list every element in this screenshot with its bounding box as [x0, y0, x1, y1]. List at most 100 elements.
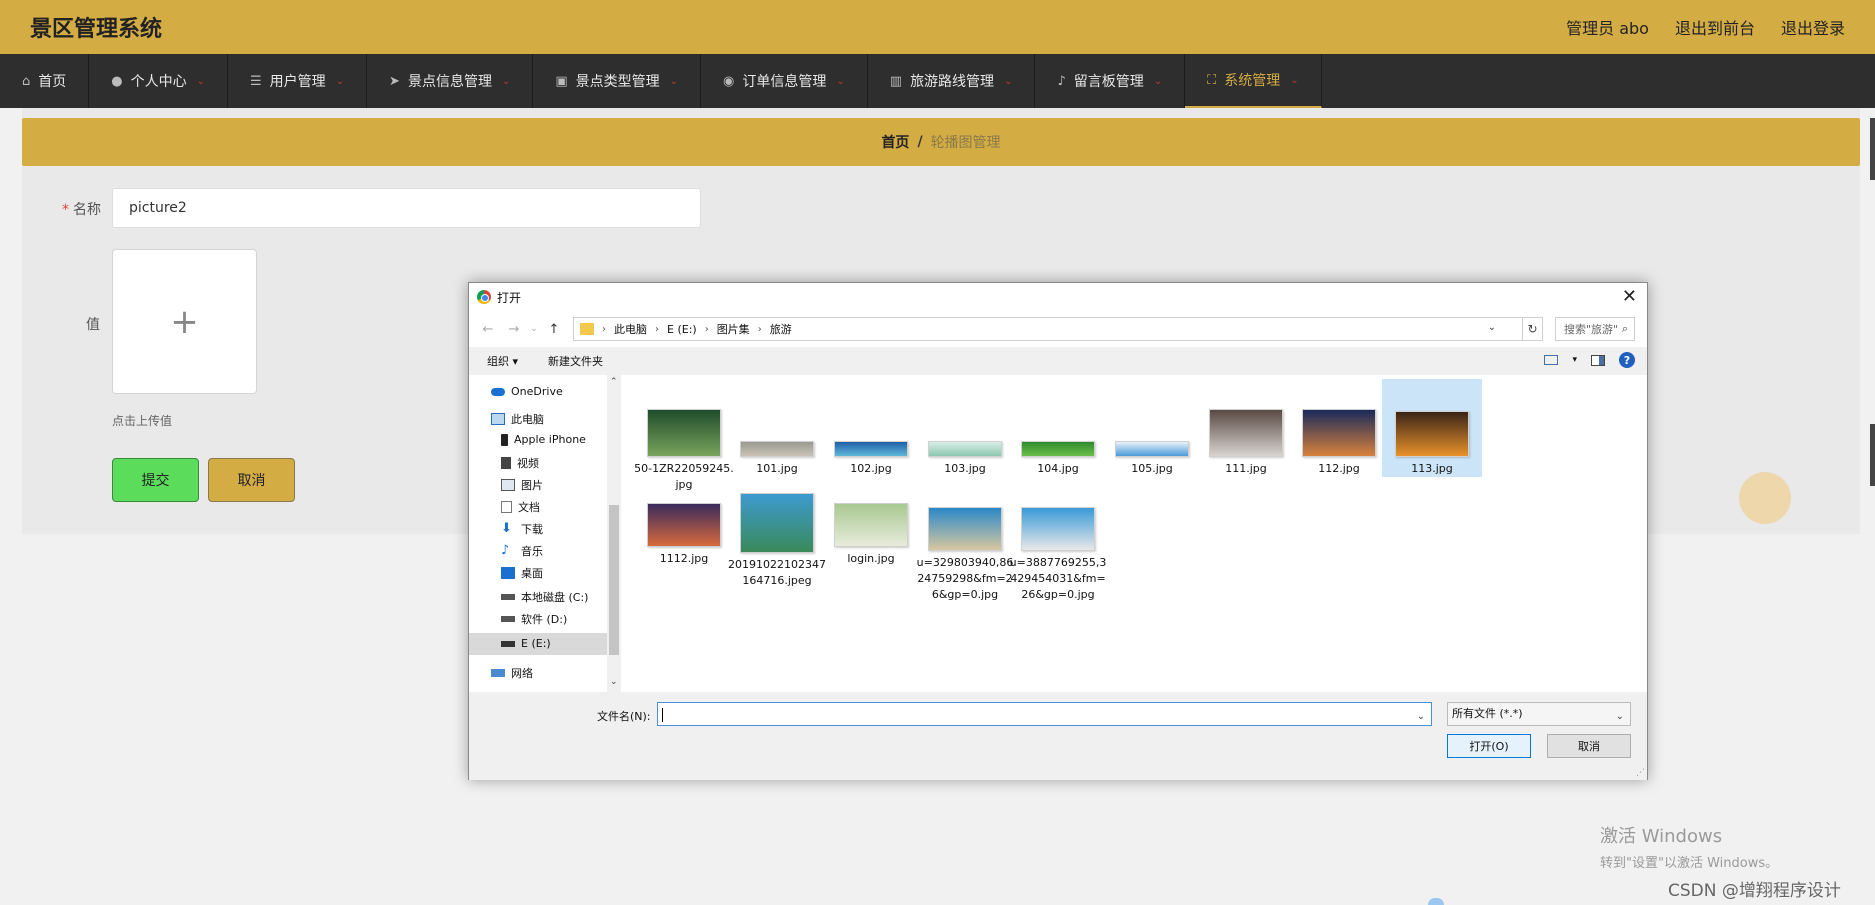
file-item[interactable]: login.jpg	[821, 503, 921, 567]
file-thumbnail	[928, 507, 1002, 551]
chevron-down-icon: ⌄	[335, 75, 345, 87]
chevron-down-icon[interactable]: ⌄	[1488, 322, 1496, 333]
path-segment[interactable]: 此电脑	[614, 321, 647, 337]
nav-item-orders[interactable]: ◉ 订单信息管理 ⌄	[701, 54, 868, 108]
file-item[interactable]: u=329803940,8624759298&fm=26&gp=0.jpg	[915, 507, 1015, 603]
path-segment[interactable]: 旅游	[770, 321, 792, 337]
tree-item-music[interactable]: ♪ 音乐	[501, 543, 543, 559]
cancel-button[interactable]: 取消	[208, 458, 295, 502]
chevron-down-icon: ⌄	[669, 75, 679, 87]
file-name: 1112.jpg	[659, 552, 709, 565]
new-folder-button[interactable]: 新建文件夹	[548, 353, 603, 369]
chevron-down-icon: ⌄	[501, 75, 511, 87]
forward-arrow-icon[interactable]: →	[501, 322, 527, 337]
tree-item-drive-d[interactable]: 软件 (D:)	[501, 611, 567, 627]
tree-item-onedrive[interactable]: OneDrive	[491, 385, 563, 398]
file-name: 113.jpg	[1411, 462, 1453, 475]
tree-item-pictures[interactable]: 图片	[501, 477, 543, 493]
cursor-indicator	[1428, 898, 1444, 905]
file-thumbnail	[1021, 507, 1095, 551]
windows-activation-watermark: 激活 Windows 转到"设置"以激活 Windows。	[1600, 822, 1778, 871]
file-item[interactable]: 101.jpg	[727, 441, 827, 477]
file-item[interactable]: 50-1ZR22059245.jpg	[634, 409, 734, 493]
up-arrow-icon[interactable]: ↑	[541, 322, 567, 337]
path-segment[interactable]: 图片集	[717, 321, 750, 337]
file-item[interactable]: 104.jpg	[1008, 441, 1108, 477]
organize-menu[interactable]: 组织 ▾	[487, 353, 518, 369]
click-highlight	[1739, 472, 1791, 524]
tree-item-drive-c[interactable]: 本地磁盘 (C:)	[501, 589, 588, 605]
address-bar[interactable]: › 此电脑 › E (E:) › 图片集 › 旅游 ⌄	[573, 317, 1523, 341]
tree-item-downloads[interactable]: ⬇ 下载	[501, 521, 543, 537]
preview-pane-icon[interactable]	[1591, 354, 1605, 366]
chevron-down-icon[interactable]: ⌄	[1417, 706, 1425, 728]
home-icon: ⌂	[22, 73, 31, 89]
upload-button[interactable]: +	[112, 249, 257, 394]
tree-item-documents[interactable]: 文档	[501, 499, 540, 515]
scroll-down-icon[interactable]: ⌄	[610, 677, 618, 687]
name-input[interactable]: picture2	[112, 188, 701, 228]
recent-locations-icon[interactable]: ⌄	[527, 324, 541, 334]
tree-item-network[interactable]: 网络	[491, 665, 533, 681]
admin-user-link[interactable]: 管理员 abo	[1566, 15, 1649, 39]
search-input[interactable]: 搜索"旅游" ⌕	[1555, 317, 1635, 341]
name-label: * 名称	[62, 202, 101, 218]
file-item[interactable]: 112.jpg	[1289, 409, 1389, 477]
back-to-frontend-link[interactable]: 退出到前台	[1675, 15, 1755, 39]
nav-item-routes[interactable]: ▥ 旅游路线管理 ⌄	[868, 54, 1036, 108]
tree-item-iphone[interactable]: Apple iPhone	[501, 433, 586, 446]
nav-label: 个人中心	[130, 74, 187, 90]
file-thumbnail	[1209, 409, 1283, 457]
drive-icon	[501, 616, 515, 622]
file-item[interactable]: 105.jpg	[1102, 441, 1202, 477]
file-item[interactable]: 1112.jpg	[634, 503, 734, 567]
dialog-cancel-button[interactable]: 取消	[1547, 734, 1631, 758]
scroll-up-icon[interactable]: ⌃	[610, 377, 618, 387]
dialog-title: 打开	[497, 290, 522, 305]
nav-item-system[interactable]: ⛶ 系统管理 ⌄	[1185, 54, 1322, 108]
scrollbar-thumb[interactable]	[609, 505, 619, 655]
nav-item-users[interactable]: ☰ 用户管理 ⌄	[228, 54, 368, 108]
tree-item-videos[interactable]: 视频	[501, 455, 539, 471]
file-item[interactable]: 111.jpg	[1196, 409, 1296, 477]
file-item[interactable]: 103.jpg	[915, 441, 1015, 477]
nav-label: 景点类型管理	[575, 74, 660, 90]
path-segment[interactable]: E (E:)	[667, 323, 697, 336]
logout-link[interactable]: 退出登录	[1781, 15, 1845, 39]
nav-label: 订单信息管理	[742, 74, 827, 90]
file-item[interactable]: 113.jpg	[1382, 379, 1482, 477]
nav-item-messages[interactable]: ♪ 留言板管理 ⌄	[1035, 54, 1186, 108]
file-item[interactable]: 102.jpg	[821, 441, 921, 477]
chevron-down-icon[interactable]: ▾	[1572, 355, 1577, 365]
tree-scrollbar[interactable]: ⌃ ⌄	[607, 375, 621, 692]
tree-item-this-pc[interactable]: 此电脑	[491, 411, 544, 427]
tree-item-desktop[interactable]: 桌面	[501, 565, 543, 581]
file-item[interactable]: 20191022102347164716.jpeg	[727, 493, 827, 589]
scroll-edge-marker	[1870, 424, 1875, 486]
help-icon[interactable]: ?	[1619, 352, 1635, 368]
desktop-icon	[501, 567, 515, 579]
chevron-down-icon: ⌄	[1153, 75, 1163, 87]
nav-item-home[interactable]: ⌂ 首页	[0, 54, 90, 108]
refresh-icon[interactable]: ↻	[1523, 317, 1543, 341]
nav-label: 系统管理	[1224, 73, 1281, 89]
open-button[interactable]: 打开(O)	[1447, 734, 1531, 758]
resize-grip-icon[interactable]: ⋰	[1636, 768, 1645, 778]
submit-button[interactable]: 提交	[112, 458, 199, 502]
filetype-select[interactable]: 所有文件 (*.*) ⌄	[1447, 702, 1631, 726]
file-name: 101.jpg	[756, 462, 798, 475]
file-thumbnail	[928, 441, 1002, 457]
close-icon[interactable]: ✕	[1622, 286, 1637, 307]
view-mode-icon[interactable]	[1544, 355, 1559, 365]
breadcrumb-home[interactable]: 首页	[881, 132, 909, 152]
file-name: 50-1ZR22059245.jpg	[634, 462, 734, 491]
nav-item-spots[interactable]: ➤ 景点信息管理 ⌄	[367, 54, 534, 108]
file-item[interactable]: u=3887769255,3429454031&fm=26&gp=0.jpg	[1008, 507, 1108, 603]
back-arrow-icon[interactable]: ←	[475, 322, 501, 337]
nav-item-profile[interactable]: ● 个人中心 ⌄	[89, 54, 228, 108]
dialog-titlebar: 打开	[469, 283, 1647, 311]
nav-item-spot-types[interactable]: ▣ 景点类型管理 ⌄	[533, 54, 702, 108]
tree-item-drive-e[interactable]: E (E:)	[501, 637, 551, 650]
path-separator: ›	[757, 323, 762, 335]
filename-input[interactable]: ⌄	[657, 702, 1432, 726]
